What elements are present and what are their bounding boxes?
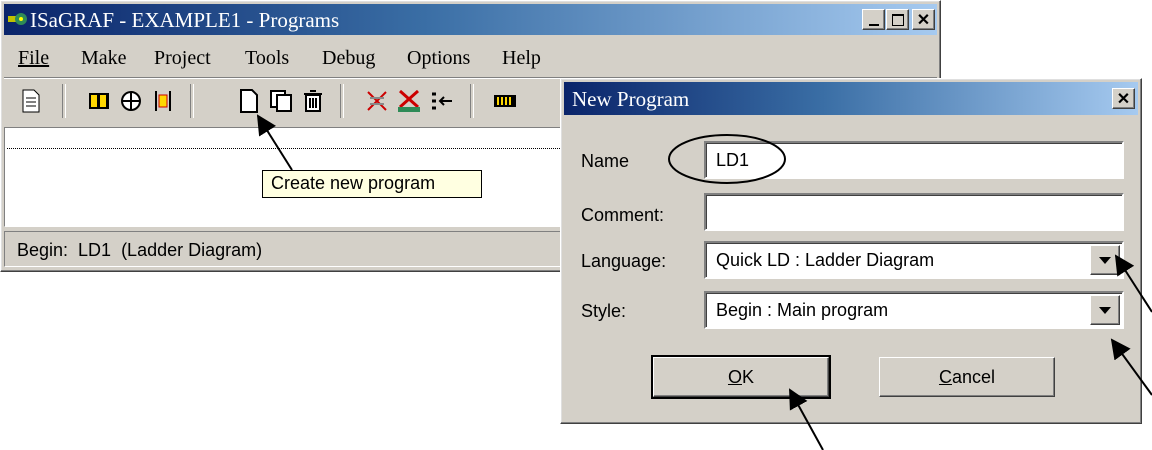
dialog-close-button[interactable]: ✕ [1112, 88, 1135, 109]
main-title-bar[interactable]: ISaGRAF - EXAMPLE1 - Programs ✕ [4, 4, 937, 35]
menu-project[interactable]: Project [154, 47, 211, 70]
minimize-button[interactable] [862, 9, 885, 30]
name-input[interactable]: LD1 [704, 141, 1124, 179]
toolbar-separator [470, 84, 474, 118]
menu-options[interactable]: Options [407, 47, 470, 70]
app-icon [8, 10, 28, 28]
dialog-title-bar[interactable]: New Program ✕ [564, 82, 1138, 115]
name-value: LD1 [716, 150, 750, 170]
language-label: Language: [581, 251, 667, 271]
copy-program-icon[interactable] [268, 88, 294, 114]
style-value: Begin : Main program [716, 300, 889, 320]
menu-file[interactable]: File [18, 47, 49, 70]
simulate-icon[interactable] [428, 88, 454, 114]
delete-program-icon[interactable] [300, 88, 326, 114]
language-dropdown-button[interactable] [1090, 245, 1120, 275]
style-dropdown-button[interactable] [1090, 295, 1120, 325]
maximize-button[interactable] [886, 9, 909, 30]
dialog-title: New Program [572, 87, 690, 111]
minimize-icon [868, 23, 879, 26]
definitions-icon[interactable] [150, 88, 176, 114]
make-icon[interactable] [396, 88, 422, 114]
style-label: Style: [581, 301, 627, 321]
main-window-title: ISaGRAF - EXAMPLE1 - Programs [30, 8, 340, 32]
toolbar-separator [340, 84, 344, 118]
toolbar-separator [62, 84, 66, 118]
language-select[interactable]: Quick LD : Ladder Diagram [704, 241, 1124, 279]
link-icon[interactable] [492, 88, 518, 114]
menu-make[interactable]: Make [81, 47, 127, 70]
status-text: Begin: LD1 (Ladder Diagram) [17, 240, 263, 260]
menu-debug[interactable]: Debug [322, 47, 375, 70]
chevron-down-icon [1099, 257, 1111, 264]
new-program-dialog: New Program ✕ Name LD1 Comment: Language… [560, 78, 1142, 424]
tooltip: Create new program [262, 170, 482, 198]
cancel-label: Cancel [938, 366, 996, 387]
menu-bar: File Make Project Tools Debug Options He… [4, 41, 937, 71]
comment-input[interactable] [704, 193, 1124, 231]
close-icon: ✕ [916, 11, 931, 29]
style-select[interactable]: Begin : Main program [704, 291, 1124, 329]
ok-label: OK [727, 366, 755, 387]
dictionary-icon[interactable] [86, 88, 112, 114]
edit-program-icon[interactable] [18, 88, 44, 114]
chevron-down-icon [1099, 307, 1111, 314]
io-connection-icon[interactable] [118, 88, 144, 114]
language-value: Quick LD : Ladder Diagram [716, 250, 935, 270]
menu-tools[interactable]: Tools [245, 47, 289, 70]
menu-help[interactable]: Help [502, 47, 541, 70]
close-button[interactable]: ✕ [912, 9, 935, 30]
maximize-icon [891, 13, 904, 26]
verify-icon[interactable] [364, 88, 390, 114]
name-label: Name [581, 151, 630, 171]
ok-button[interactable]: OK [651, 355, 831, 399]
comment-label: Comment: [581, 205, 665, 225]
close-icon: ✕ [1116, 90, 1131, 108]
new-program-icon[interactable] [236, 88, 262, 114]
cancel-button[interactable]: Cancel [879, 357, 1055, 397]
toolbar-separator [190, 84, 194, 118]
